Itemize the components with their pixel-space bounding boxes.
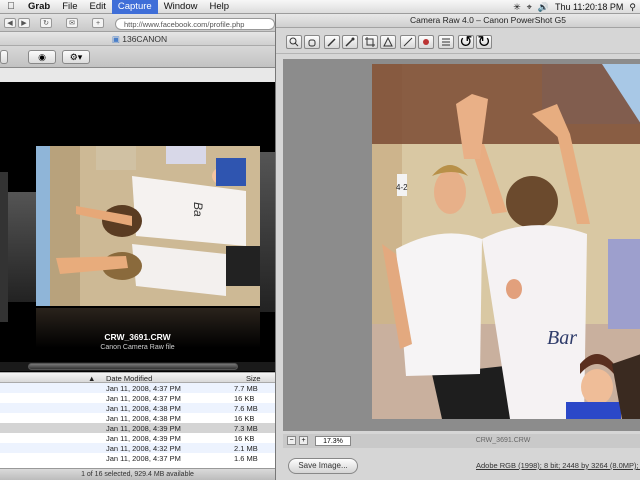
table-row[interactable]: Jan 11, 2008, 4:32 PM 2.1 MB [0,443,275,453]
preview-file-name: CRW_3691.CRW [475,437,531,444]
folder-icon: ▣ [111,34,120,44]
svg-text:Ba: Ba [191,202,205,217]
finder-toolbar: ◉ ⚙▾ [0,46,279,68]
row-size: 1.6 MB [234,454,258,463]
wifi-icon[interactable]: ⌖ [527,0,532,14]
table-row[interactable]: Jan 11, 2008, 4:39 PM 7.3 MB [0,423,275,433]
row-date: Jan 11, 2008, 4:38 PM [106,404,181,413]
column-date-modified[interactable]: Date Modified [106,374,152,383]
quick-look-button[interactable]: ◉ [28,50,56,64]
menu-capture[interactable]: Capture [111,0,158,14]
zoom-out-button[interactable]: − [287,436,296,445]
cover-file-kind: Canon Camera Raw file [100,344,175,351]
action-menu-button[interactable]: ⚙▾ [62,50,90,64]
back-icon[interactable]: ◀ [4,18,16,28]
list-header: ▲ Date Modified Size [0,372,275,383]
cover-flow-scroll-thumb[interactable] [28,363,238,370]
crop-tool-icon[interactable] [362,35,378,49]
clock[interactable]: Thu 11:20:18 PM [555,0,623,14]
add-icon[interactable]: + [92,18,104,28]
color-sampler-tool-icon[interactable] [342,35,358,49]
camera-raw-footer: Save Image... Adobe RGB (1998); 8 bit; 2… [276,448,640,480]
table-row[interactable]: Jan 11, 2008, 4:39 PM 16 KB [0,433,275,443]
zoom-level-value: 17.3% [323,438,343,445]
table-row[interactable]: Jan 11, 2008, 4:37 PM 16 KB [0,393,275,403]
camera-raw-window: Camera Raw 4.0 – Canon PowerShot G5 ↺ ↻ … [275,12,640,480]
finder-status: 1 of 16 selected, 929.4 MB available [0,468,275,480]
camera-raw-toolbar: ↺ ↻ [276,28,640,54]
row-date: Jan 11, 2008, 4:39 PM [106,424,181,433]
finder-window: ◀ ▶ ↻ ✉ + http://www.facebook.com/profil… [0,14,280,480]
cover-flow-scrollbar[interactable] [0,362,275,371]
row-date: Jan 11, 2008, 4:32 PM [106,444,181,453]
camera-raw-title: Camera Raw 4.0 – Canon PowerShot G5 [276,12,640,28]
svg-text:Bar: Bar [547,327,577,349]
rotated-photo: Ba [36,146,260,306]
row-date: Jan 11, 2008, 4:37 PM [106,454,181,463]
zoom-level-select[interactable]: 17.3% [315,436,351,446]
rotate-right-icon[interactable]: ↻ [476,34,492,51]
preview-photo[interactable]: 4-2 Bar [372,64,640,419]
retouch-tool-icon[interactable] [400,35,416,49]
mail-icon[interactable]: ✉ [66,18,78,28]
table-row[interactable]: Jan 11, 2008, 4:37 PM 1.6 MB [0,453,275,463]
row-date: Jan 11, 2008, 4:37 PM [106,394,181,403]
cover-file-name: CRW_3691.CRW [104,332,171,342]
menu-window[interactable]: Window [158,0,204,14]
rotate-left-icon[interactable]: ↺ [458,34,474,51]
finder-title-text: 136CANON [122,34,168,44]
image-preview[interactable]: 4-2 Bar [283,59,640,431]
row-size: 16 KB [234,414,255,423]
hand-tool-icon[interactable] [304,35,320,49]
cover-reflection [36,308,260,348]
browser-toolbar: ◀ ▶ ↻ ✉ + http://www.facebook.com/profil… [0,14,279,32]
zoom-bar: − + 17.3% CRW_3691.CRW [283,434,640,448]
menu-app-grab[interactable]: Grab [22,0,56,14]
reload-icon[interactable]: ↻ [40,18,52,28]
row-date: Jan 11, 2008, 4:38 PM [106,414,181,423]
cover-right[interactable] [260,152,275,312]
bluetooth-icon[interactable]: ✳ [513,0,521,14]
eye-icon: ◉ [38,52,46,62]
menu-file[interactable]: File [56,0,83,14]
menu-bar:  Grab File Edit Capture Window Help ✳ ⌖… [0,0,640,14]
cover-flow[interactable]: Ba CRW_3691.CRW Canon Camera Raw file [0,82,275,372]
apple-menu-icon[interactable]:  [0,1,22,12]
row-size: 16 KB [234,434,255,443]
photo-scene: 4-2 Bar [372,64,640,419]
menu-help[interactable]: Help [203,0,235,14]
url-field[interactable]: http://www.facebook.com/profile.php [115,18,275,30]
save-image-button[interactable]: Save Image... [288,458,358,474]
sort-indicator-icon[interactable]: ▲ [88,374,95,383]
zoom-tool-icon[interactable] [286,35,302,49]
red-eye-tool-icon[interactable] [418,35,434,49]
row-size: 7.3 MB [234,424,258,433]
spotlight-search-icon[interactable]: ⚲ [629,0,636,14]
preferences-icon[interactable] [438,35,454,49]
row-size: 7.6 MB [234,404,258,413]
menu-edit[interactable]: Edit [84,0,112,14]
row-size: 7.7 MB [234,384,258,393]
row-date: Jan 11, 2008, 4:39 PM [106,434,181,443]
cover-preview-image[interactable]: Ba [36,146,260,306]
view-button[interactable] [0,50,8,64]
row-size: 16 KB [234,394,255,403]
table-row[interactable]: Jan 11, 2008, 4:38 PM 7.6 MB [0,403,275,413]
table-row[interactable]: Jan 11, 2008, 4:38 PM 16 KB [0,413,275,423]
zoom-in-button[interactable]: + [299,436,308,445]
workflow-options-link[interactable]: Adobe RGB (1998); 8 bit; 2448 by 3264 (8… [476,461,640,470]
forward-icon[interactable]: ▶ [18,18,30,28]
row-date: Jan 11, 2008, 4:37 PM [106,384,181,393]
volume-icon[interactable]: 🔊 [538,0,549,14]
table-row[interactable]: Jan 11, 2008, 4:37 PM 7.7 MB [0,383,275,393]
white-balance-tool-icon[interactable] [324,35,340,49]
file-list: ▲ Date Modified Size Jan 11, 2008, 4:37 … [0,372,275,468]
column-size[interactable]: Size [246,374,261,383]
gear-icon: ⚙▾ [69,52,83,62]
svg-text:4-2: 4-2 [396,183,408,192]
straighten-tool-icon[interactable] [380,35,396,49]
row-size: 2.1 MB [234,444,258,453]
cover-left-2[interactable] [0,172,8,322]
finder-title: ▣ 136CANON [0,32,279,46]
